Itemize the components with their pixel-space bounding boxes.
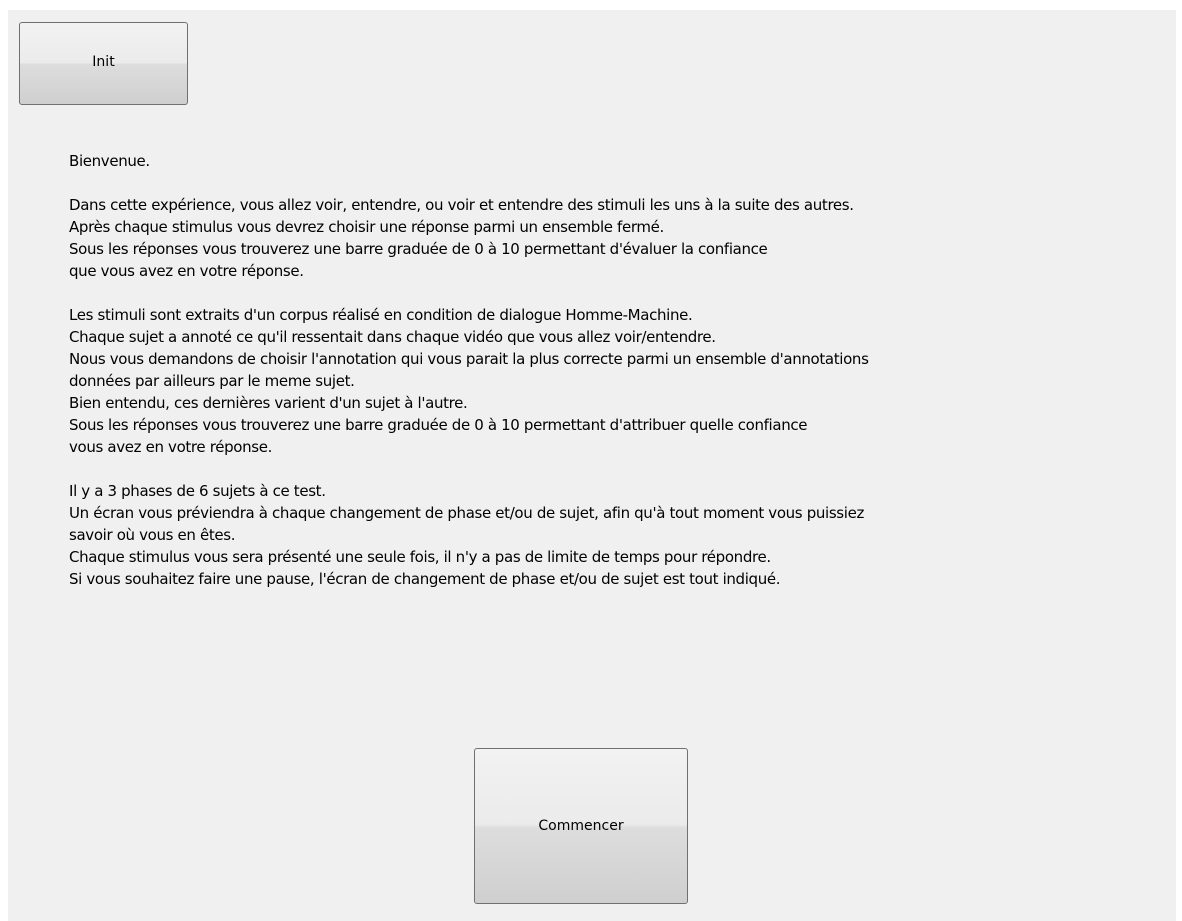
paragraph-welcome: Bienvenue. — [69, 150, 1159, 172]
experiment-window: Init Bienvenue. Dans cette expérience, v… — [8, 10, 1176, 921]
text-line: Après chaque stimulus vous devrez choisi… — [69, 218, 664, 236]
init-button[interactable]: Init — [19, 22, 188, 105]
text-line: données par ailleurs par le meme sujet. — [69, 372, 355, 390]
text-line: Il y a 3 phases de 6 sujets à ce test. — [69, 482, 326, 500]
text-line: Les stimuli sont extraits d'un corpus ré… — [69, 306, 693, 324]
text-line: que vous avez en votre réponse. — [69, 262, 304, 280]
start-button[interactable]: Commencer — [474, 748, 688, 904]
text-line: Si vous souhaitez faire une pause, l'écr… — [69, 570, 781, 588]
text-line: Sous les réponses vous trouverez une bar… — [69, 416, 808, 434]
text-line: Bienvenue. — [69, 152, 150, 170]
paragraph-task-description: Dans cette expérience, vous allez voir, … — [69, 194, 1159, 282]
text-line: vous avez en votre réponse. — [69, 438, 272, 456]
paragraph-test-structure: Il y a 3 phases de 6 sujets à ce test. U… — [69, 480, 1159, 590]
text-line: Chaque stimulus vous sera présenté une s… — [69, 548, 771, 566]
text-line: Dans cette expérience, vous allez voir, … — [69, 196, 854, 214]
text-line: savoir où vous en êtes. — [69, 526, 236, 544]
instructions-text: Bienvenue. Dans cette expérience, vous a… — [69, 150, 1159, 612]
paragraph-corpus-description: Les stimuli sont extraits d'un corpus ré… — [69, 304, 1159, 458]
text-line: Chaque sujet a annoté ce qu'il ressentai… — [69, 328, 716, 346]
text-line: Un écran vous préviendra à chaque change… — [69, 504, 864, 522]
text-line: Nous vous demandons de choisir l'annotat… — [69, 350, 869, 368]
text-line: Bien entendu, ces dernières varient d'un… — [69, 394, 468, 412]
text-line: Sous les réponses vous trouverez une bar… — [69, 240, 768, 258]
